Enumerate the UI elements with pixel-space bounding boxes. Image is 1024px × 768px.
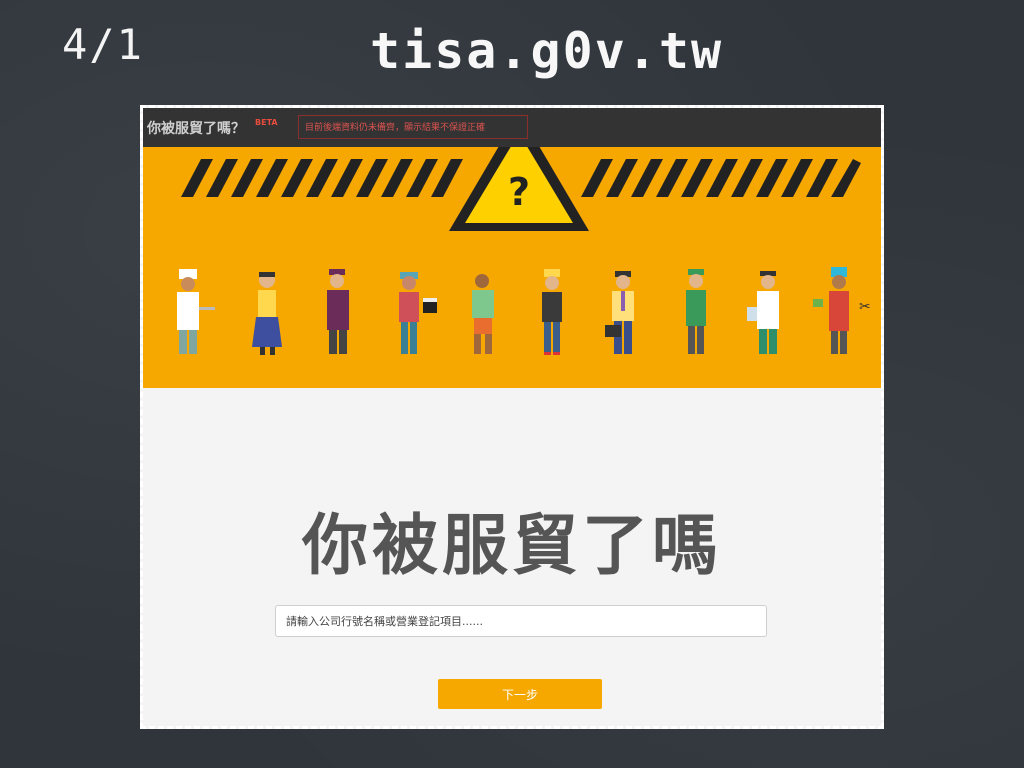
top-nav-bar: 你被服貿了嗎？ BETA 目前後端資料仍未備齊，顯示結果不保證正確 — [143, 108, 881, 147]
slide-title: tisa.g0v.tw — [370, 22, 724, 80]
hero-banner: ? ✂ — [143, 147, 881, 388]
film-director-icon — [399, 272, 437, 354]
site-brand[interactable]: 你被服貿了嗎？ — [147, 118, 245, 138]
shop-clerk-icon — [686, 269, 706, 354]
doctor-icon — [747, 271, 779, 354]
worker-icon — [472, 274, 494, 354]
bellhop-icon — [327, 269, 349, 354]
beta-badge: BETA — [255, 118, 278, 127]
company-search-input[interactable] — [275, 605, 767, 637]
hairdresser-icon: ✂ — [813, 267, 871, 354]
chef-icon — [177, 269, 215, 354]
hero-illustration: ? ✂ — [177, 147, 871, 355]
question-mark: ? — [508, 170, 530, 214]
next-step-button[interactable]: 下一步 — [438, 679, 602, 709]
main-content: 你被服貿了嗎 下一步 — [143, 388, 881, 726]
businessman-icon — [605, 271, 634, 354]
website-screenshot: 你被服貿了嗎？ BETA 目前後端資料仍未備齊，顯示結果不保證正確 ? ✂ 你被… — [140, 105, 884, 729]
teacher-icon — [252, 272, 282, 355]
main-title: 你被服貿了嗎 — [302, 507, 722, 584]
slide-number: 4/1 — [62, 20, 144, 69]
construction-worker-icon — [542, 269, 562, 355]
notice-banner: 目前後端資料仍未備齊，顯示結果不保證正確 — [298, 115, 528, 139]
svg-text:✂: ✂ — [859, 299, 871, 315]
